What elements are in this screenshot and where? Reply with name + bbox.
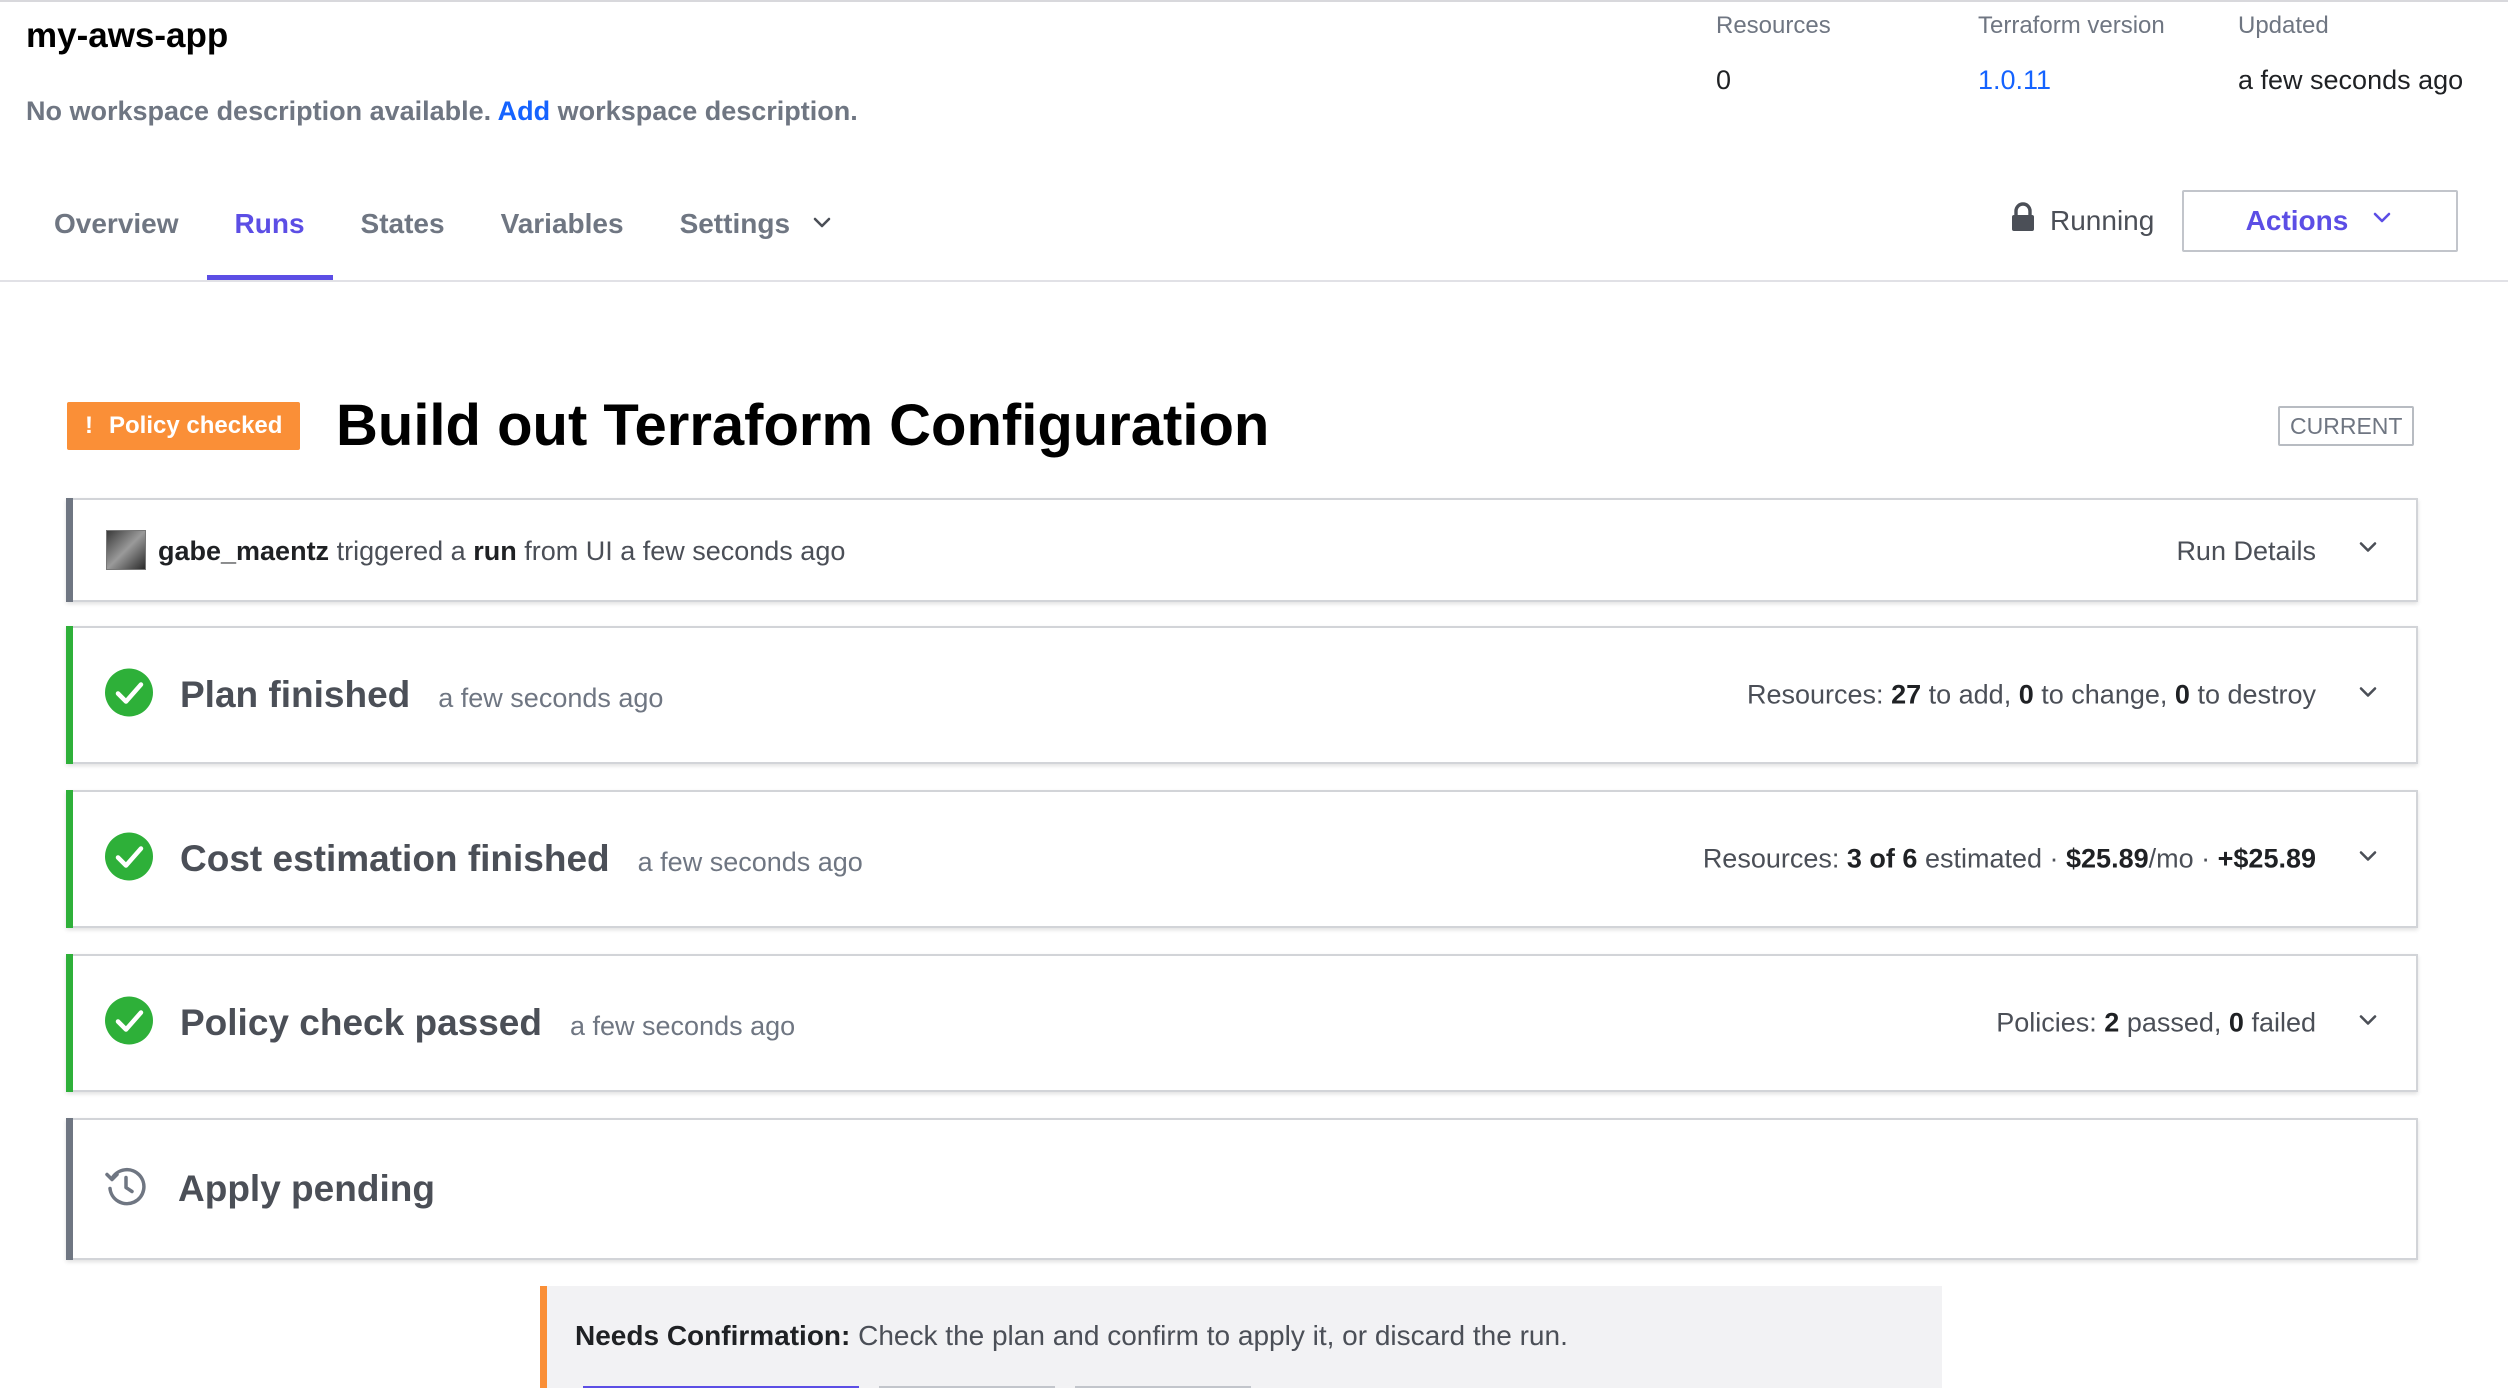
add-text: to add, (1928, 679, 2012, 710)
add-count: 27 (1891, 679, 1922, 710)
tab-label: Overview (54, 208, 179, 239)
lock-icon (2010, 202, 2036, 239)
apply-step-title: Apply pending (178, 1168, 435, 1210)
tabs-divider (0, 280, 2508, 282)
trigger-source: from UI a few seconds ago (524, 536, 846, 566)
summary-label: Policies: (1996, 1007, 2097, 1038)
passed-count: 2 (2104, 1007, 2120, 1038)
card-status-bar (66, 626, 73, 764)
card-status-bar (66, 954, 73, 1092)
description-text-suffix: workspace description. (557, 96, 858, 126)
confirmation-label: Needs Confirmation: (575, 1320, 851, 1351)
trigger-text: triggered a (336, 536, 466, 566)
check-circle-icon (104, 832, 154, 887)
chevron-down-icon[interactable] (2356, 536, 2380, 565)
passed-text: passed, (2126, 1007, 2222, 1038)
run-trigger-card[interactable]: gabe_maentz triggered a run from UI a fe… (66, 498, 2418, 602)
confirmation-text: Check the plan and confirm to apply it, … (858, 1320, 1568, 1351)
run-status-label: Policy checked (109, 412, 283, 439)
tab-variables[interactable]: Variables (473, 182, 652, 280)
policy-step-title: Policy check passed a few seconds ago (180, 1002, 795, 1044)
failed-count: 0 (2228, 1007, 2244, 1038)
needs-confirmation-panel: Needs Confirmation: Check the plan and c… (540, 1286, 1942, 1388)
step-time: a few seconds ago (438, 683, 664, 713)
policy-check-step-card[interactable]: Policy check passed a few seconds ago Po… (66, 954, 2418, 1092)
step-title-text: Cost estimation finished (180, 838, 610, 879)
tab-settings[interactable]: Settings (652, 182, 862, 280)
resources-label: Resources (1716, 12, 1831, 39)
tab-runs[interactable]: Runs (206, 182, 333, 280)
actions-label: Actions (2245, 205, 2349, 236)
summary-label: Resources: (1746, 679, 1884, 710)
estimated-count: 3 of 6 (1846, 843, 1918, 874)
warning-icon: ! (85, 412, 93, 439)
step-time: a few seconds ago (637, 847, 863, 877)
meta-updated: Updated a few seconds ago (2238, 12, 2468, 100)
monthly-cost: $25.89 (2066, 843, 2149, 874)
step-title-text: Policy check passed (180, 1002, 542, 1043)
actions-button[interactable]: Actions (2182, 190, 2458, 252)
updated-value: a few seconds ago (2238, 65, 2464, 95)
run-word: run (473, 536, 517, 566)
workspace-lock-status[interactable]: Running (2010, 202, 2154, 239)
pending-clock-icon (104, 1165, 148, 1214)
tab-overview[interactable]: Overview (26, 182, 207, 280)
step-title-text: Plan finished (180, 674, 411, 715)
card-status-bar (66, 1118, 73, 1260)
failed-text: failed (2251, 1007, 2316, 1038)
tab-label: Runs (234, 208, 305, 239)
card-status-bar (66, 498, 73, 602)
destroy-text: to destroy (2197, 679, 2316, 710)
check-circle-icon (104, 996, 154, 1051)
plan-summary: Resources: 27 to add, 0 to change, 0 to … (1747, 680, 2316, 711)
workspace-tabs: Overview Runs States Variables Settings (26, 182, 862, 280)
step-title-text: Apply pending (178, 1168, 435, 1209)
tab-label: Variables (500, 208, 624, 239)
tab-label: Settings (679, 208, 791, 239)
run-status-badge: ! Policy checked (67, 402, 301, 450)
workspace-name: my-aws-app (26, 16, 229, 55)
terraform-version-label: Terraform version (1978, 12, 2165, 39)
change-count: 0 (2018, 679, 2034, 710)
run-title: Build out Terraform Configuration (336, 393, 1270, 458)
tab-label: States (360, 208, 445, 239)
add-description-link[interactable]: Add (498, 96, 550, 126)
avatar (106, 530, 146, 570)
summary-label: Resources: (1702, 843, 1840, 874)
cost-estimation-step-card[interactable]: Cost estimation finished a few seconds a… (66, 790, 2418, 928)
chevron-down-icon (2370, 205, 2394, 237)
chevron-down-icon (810, 210, 834, 242)
estimated-text: estimated · (1924, 843, 2059, 874)
meta-terraform-version: Terraform version 1.0.11 (1978, 12, 2165, 100)
updated-label: Updated (2238, 12, 2329, 39)
chevron-down-icon[interactable] (2356, 845, 2380, 874)
plan-step-card[interactable]: Plan finished a few seconds ago Resource… (66, 626, 2418, 764)
chevron-down-icon[interactable] (2356, 1009, 2380, 1038)
cost-summary: Resources: 3 of 6 estimated · $25.89/mo … (1703, 844, 2316, 875)
cost-delta: +$25.89 (2217, 843, 2316, 874)
lock-status-label: Running (2050, 204, 2155, 236)
workspace-description: No workspace description available. Add … (26, 96, 858, 127)
check-circle-icon (104, 668, 154, 723)
confirmation-message: Needs Confirmation: Check the plan and c… (575, 1320, 1568, 1352)
terraform-version-link[interactable]: 1.0.11 (1978, 60, 2165, 100)
run-details-toggle[interactable]: Run Details (2176, 536, 2316, 567)
trigger-description: gabe_maentz triggered a run from UI a fe… (158, 536, 845, 567)
step-time: a few seconds ago (569, 1011, 796, 1041)
chevron-down-icon[interactable] (2356, 681, 2380, 710)
description-text: No workspace description available. (26, 96, 492, 126)
apply-step-card: Apply pending (66, 1118, 2418, 1260)
plan-step-title: Plan finished a few seconds ago (180, 674, 663, 716)
trigger-user: gabe_maentz (158, 536, 330, 566)
resources-value: 0 (1716, 65, 1732, 95)
policy-summary: Policies: 2 passed, 0 failed (1996, 1008, 2316, 1039)
tab-states[interactable]: States (333, 182, 473, 280)
monthly-text: /mo · (2148, 843, 2211, 874)
cost-step-title: Cost estimation finished a few seconds a… (180, 838, 863, 880)
current-tag: CURRENT (2278, 406, 2415, 446)
card-status-bar (66, 790, 73, 928)
change-text: to change, (2041, 679, 2168, 710)
meta-resources: Resources 0 (1716, 12, 1831, 100)
destroy-count: 0 (2174, 679, 2190, 710)
